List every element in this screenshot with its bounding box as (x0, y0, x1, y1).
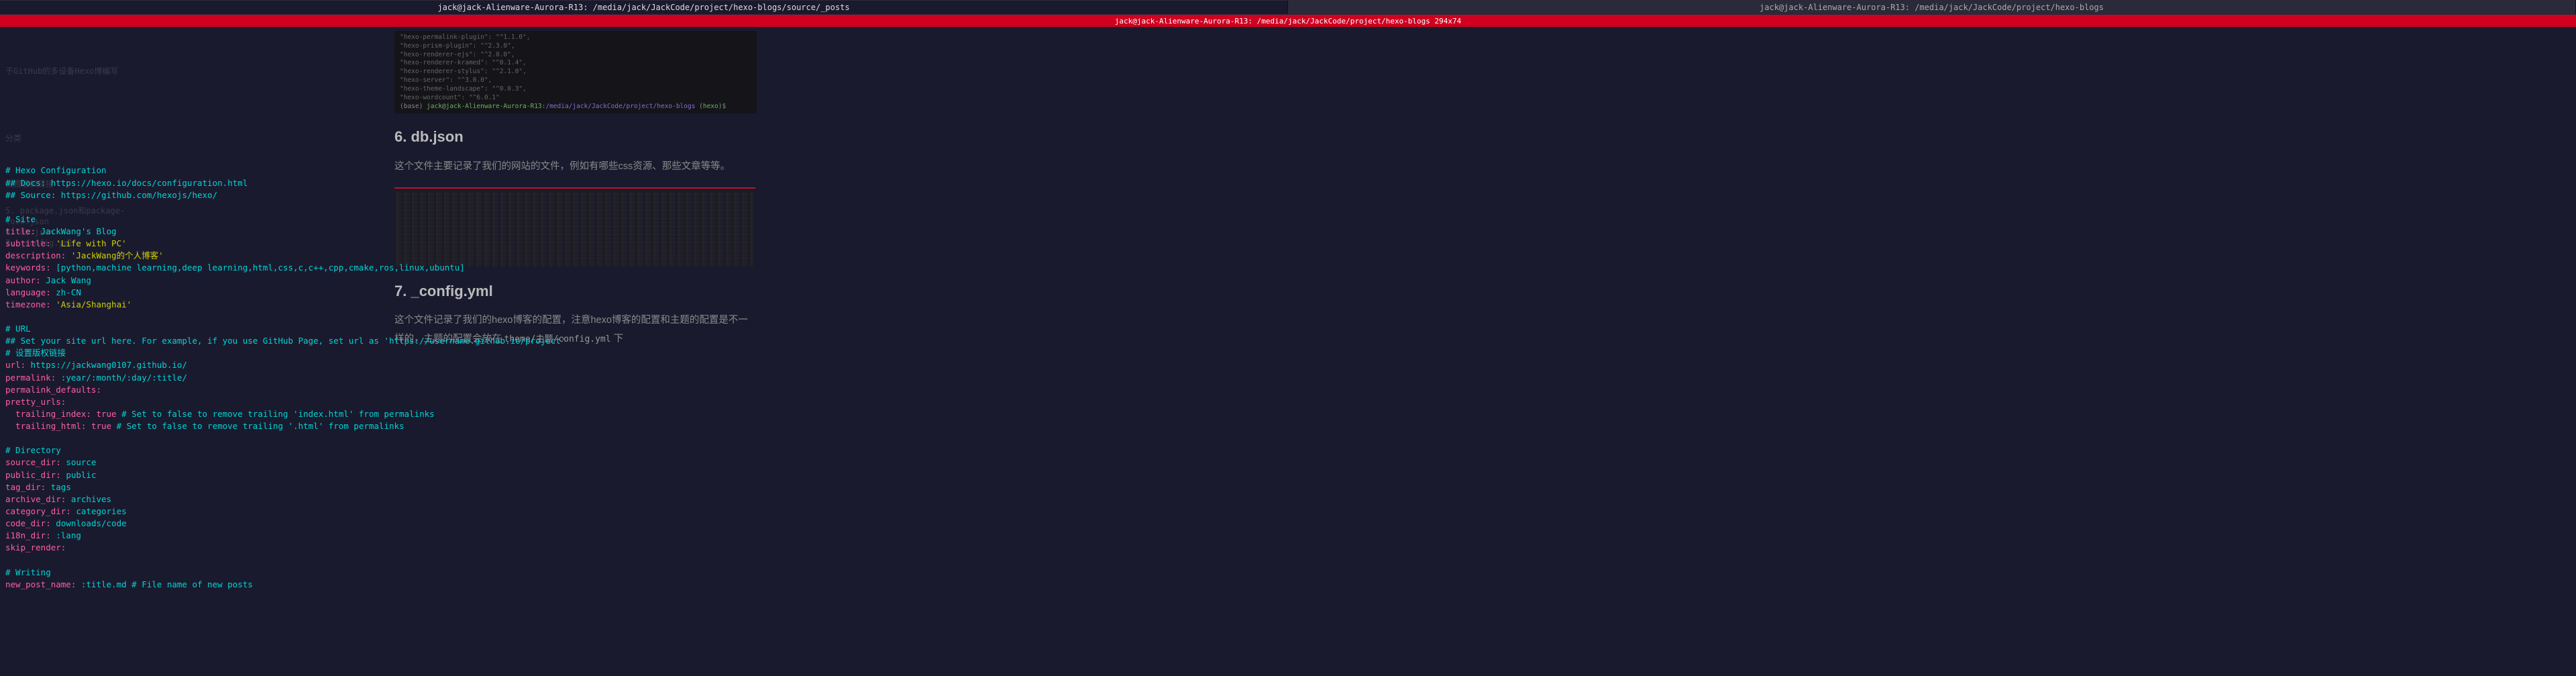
term-line: "hexo-renderer-ejs": "^2.0.0", (400, 51, 751, 60)
comment: # 设置版权链接 (5, 348, 66, 358)
yaml-val: :year/:month/:day/:title/ (56, 373, 187, 383)
yaml-key: author: (5, 275, 41, 285)
yaml-key: skip_render: (5, 542, 66, 552)
comment: # Set to false to remove trailing '.html… (111, 421, 405, 431)
yaml-key: code_dir: (5, 518, 51, 528)
paragraph: 这个文件主要记录了我们的网站的文件，例如有哪些css资源、那些文章等等。 (394, 158, 757, 177)
yaml-val: zh-CN (51, 287, 81, 297)
yaml-val: true (86, 421, 111, 431)
yaml-key: trailing_index: (5, 409, 91, 419)
term-line: "hexo-renderer-kramed": "^0.1.4", (400, 59, 751, 68)
paragraph-text: 下 (611, 334, 624, 344)
comment: ## Docs: https://hexo.io/docs/configurat… (5, 178, 248, 188)
prompt-git: (hexo) (695, 103, 722, 110)
article-body: 6. db.json 这个文件主要记录了我们的网站的文件，例如有哪些css资源、… (394, 123, 757, 348)
yaml-val: 'JackWang的个人博客' (66, 250, 163, 260)
yaml-key: permalink_defaults: (5, 385, 101, 395)
yaml-val: 'Life with PC' (51, 238, 127, 248)
preview-pane[interactable]: "hexo-permalink-plugin": "^1.1.0", "hexo… (389, 27, 2576, 676)
yaml-key: keywords: (5, 262, 51, 273)
yaml-val: :title.md (76, 579, 126, 589)
yaml-val: downloads/code (51, 518, 127, 528)
yaml-val: categories (71, 506, 127, 516)
yaml-val: 'Asia/Shanghai' (51, 299, 131, 309)
comment: # Directory (5, 445, 61, 455)
yaml-key: permalink: (5, 373, 56, 383)
workspace: 于GitHub的多设备Hexo博编写 分类 设置版权链接 5. package.… (0, 27, 2576, 676)
window-tab-bar: jack@jack-Alienware-Aurora-R13: /media/j… (0, 0, 2576, 15)
term-line: "hexo-renderer-stylus": "^2.1.0", (400, 68, 751, 77)
ghost-nav: 分类 (5, 133, 21, 144)
term-prompt: (base) jack@jack-Alienware-Aurora-R13:/m… (400, 103, 751, 111)
yaml-key: archive_dir: (5, 494, 66, 504)
comment: ## Source: https://github.com/hexojs/hex… (5, 190, 217, 200)
embedded-terminal: "hexo-permalink-plugin": "^1.1.0", "hexo… (394, 31, 757, 113)
yaml-key: trailing_html: (5, 421, 86, 431)
yaml-key: title: (5, 226, 36, 236)
yaml-val: Jack Wang (41, 275, 91, 285)
yaml-val: JackWang's Blog (36, 226, 116, 236)
yaml-key: subtitle: (5, 238, 51, 248)
term-line: "hexo-permalink-plugin": "^1.1.0", (400, 34, 751, 42)
tab-right[interactable]: jack@jack-Alienware-Aurora-R13: /media/j… (1288, 1, 2576, 14)
prompt-path: :/media/jack/JackCode/project/hexo-blogs (542, 103, 696, 110)
heading-6-dbjson: 6. db.json (394, 123, 757, 151)
yaml-val: public (61, 470, 97, 480)
term-line: "hexo-theme-landscape": "^0.0.3", (400, 85, 751, 94)
yaml-key: i18n_dir: (5, 530, 51, 540)
yaml-key: pretty_urls: (5, 397, 66, 407)
yaml-val: [python,machine learning,deep learning,h… (51, 262, 465, 273)
heading-7-configyml: 7. _config.yml (394, 277, 757, 305)
dbjson-screenshot (394, 187, 755, 268)
yaml-val: source (61, 457, 97, 467)
yaml-val: https://jackwang0107.github.io/ (25, 360, 187, 370)
yaml-key: new_post_name: (5, 579, 76, 589)
yaml-key: source_dir: (5, 457, 61, 467)
yaml-val: archives (66, 494, 111, 504)
yaml-key: public_dir: (5, 470, 61, 480)
comment: ## Set your site url here. For example, … (5, 336, 566, 346)
yaml-code: # Hexo Configuration ## Docs: https://he… (5, 152, 384, 603)
comment: # Hexo Configuration (5, 165, 107, 175)
comment: # Set to false to remove trailing 'index… (117, 409, 435, 419)
comment: # File name of new posts (127, 579, 253, 589)
yaml-key: tag_dir: (5, 482, 46, 492)
dbjson-fill (396, 191, 754, 267)
comment: # URL (5, 324, 31, 334)
yaml-key: url: (5, 360, 25, 370)
prompt-user: jack@jack-Alienware-Aurora-R13 (423, 103, 541, 110)
yaml-val: tags (46, 482, 71, 492)
comment: # Writing (5, 567, 51, 577)
sub-tab[interactable]: jack@jack-Alienware-Aurora-R13: /media/j… (1108, 17, 1468, 26)
yaml-key: timezone: (5, 299, 51, 309)
prompt-env: (base) (400, 103, 423, 110)
yaml-key: category_dir: (5, 506, 71, 516)
sub-tab-bar: jack@jack-Alienware-Aurora-R13: /media/j… (0, 15, 2576, 27)
prompt-cursor: $ (722, 103, 726, 110)
tab-left[interactable]: jack@jack-Alienware-Aurora-R13: /media/j… (0, 1, 1288, 14)
yaml-key: description: (5, 250, 66, 260)
ghost-nav: 于GitHub的多设备Hexo博编写 (5, 66, 118, 77)
editor-pane[interactable]: 于GitHub的多设备Hexo博编写 分类 设置版权链接 5. package.… (0, 27, 389, 676)
yaml-key: language: (5, 287, 51, 297)
term-line: "hexo-prism-plugin": "^2.3.0", (400, 42, 751, 51)
term-line: "hexo-server": "^3.0.0", (400, 77, 751, 85)
comment: # Site (5, 214, 36, 224)
term-line: "hexo-wordcount": "^6.0.1" (400, 94, 751, 103)
yaml-val: :lang (51, 530, 81, 540)
yaml-val: true (91, 409, 117, 419)
